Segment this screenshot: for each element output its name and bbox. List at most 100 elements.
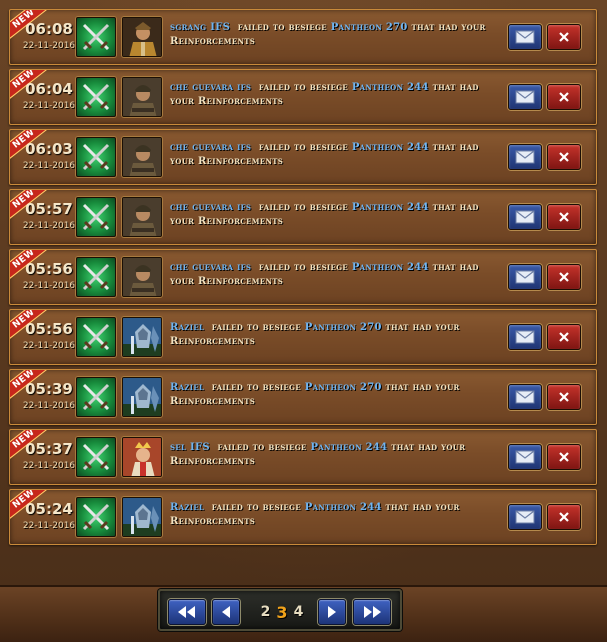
report-message: che guevara ifs failed to besiege Panthe… <box>170 261 500 289</box>
report-time: 05:24 <box>25 500 73 518</box>
crossed-swords-icon <box>76 77 116 117</box>
knight-portrait-icon[interactable] <box>122 377 162 417</box>
player-name-link[interactable]: che guevara ifs <box>170 142 251 153</box>
target-city-link[interactable]: Pantheon 244 <box>352 202 429 213</box>
report-message: che guevara ifs failed to besiege Panthe… <box>170 141 500 169</box>
mail-button[interactable] <box>508 144 542 170</box>
report-action: failed to besiege <box>258 262 349 273</box>
double-chevron-right-icon <box>364 606 381 618</box>
player-name-link[interactable]: sel IFS <box>170 442 210 453</box>
mail-button[interactable] <box>508 384 542 410</box>
report-list: NEW 06:08 22-11-2016 sgrang IFS failed to b… <box>9 9 597 549</box>
current-page-number: 3 <box>276 602 288 622</box>
player-name-link[interactable]: che guevara ifs <box>170 262 251 273</box>
target-city-link[interactable]: Pantheon 270 <box>305 322 382 333</box>
warlord-portrait-icon[interactable] <box>122 17 162 57</box>
target-city-link[interactable]: Pantheon 244 <box>310 442 387 453</box>
delete-button[interactable] <box>547 144 581 170</box>
report-message: Raziel failed to besiege Pantheon 244 th… <box>170 501 500 529</box>
report-row[interactable]: NEW 05:37 22-11-2016 sel IFS failed to besi… <box>9 429 597 485</box>
target-city-link[interactable]: Pantheon 244 <box>305 502 382 513</box>
report-time: 06:04 <box>25 80 73 98</box>
report-row[interactable]: NEW 05:56 22-11-2016 che guevara ifs failed… <box>9 249 597 305</box>
report-action: failed to besiege <box>258 142 349 153</box>
prev-page-button[interactable] <box>212 599 240 625</box>
mail-button[interactable] <box>508 264 542 290</box>
report-action: failed to besiege <box>258 82 349 93</box>
mail-button[interactable] <box>508 504 542 530</box>
report-action: failed to besiege <box>211 382 301 393</box>
king-portrait-icon[interactable] <box>122 437 162 477</box>
close-icon <box>559 212 569 222</box>
soldier-portrait-icon[interactable] <box>122 137 162 177</box>
player-name-link[interactable]: Raziel <box>170 322 204 333</box>
envelope-icon <box>515 270 535 284</box>
delete-button[interactable] <box>547 84 581 110</box>
knight-portrait-icon[interactable] <box>122 317 162 357</box>
knight-portrait-icon[interactable] <box>122 497 162 537</box>
envelope-icon <box>515 90 535 104</box>
mail-button[interactable] <box>508 324 542 350</box>
first-page-button[interactable] <box>168 599 206 625</box>
target-city-link[interactable]: Pantheon 244 <box>352 262 429 273</box>
report-message: Raziel failed to besiege Pantheon 270 th… <box>170 381 500 409</box>
crossed-swords-icon <box>76 497 116 537</box>
close-icon <box>559 452 569 462</box>
report-date: 22-11-2016 <box>22 401 76 411</box>
soldier-portrait-icon[interactable] <box>122 197 162 237</box>
report-message: sel IFS failed to besiege Pantheon 244 t… <box>170 441 500 469</box>
mail-button[interactable] <box>508 444 542 470</box>
player-name-link[interactable]: Raziel <box>170 382 204 393</box>
crossed-swords-icon <box>76 257 116 297</box>
pagination-bar: 2 3 4 <box>158 589 402 631</box>
close-icon <box>559 332 569 342</box>
chevron-left-icon <box>222 606 230 618</box>
report-action: failed to besiege <box>211 322 301 333</box>
envelope-icon <box>515 150 535 164</box>
delete-button[interactable] <box>547 504 581 530</box>
target-city-link[interactable]: Pantheon 244 <box>352 82 429 93</box>
close-icon <box>559 392 569 402</box>
report-date: 22-11-2016 <box>22 521 76 531</box>
envelope-icon <box>515 510 535 524</box>
next-page-button[interactable] <box>318 599 346 625</box>
close-icon <box>559 272 569 282</box>
target-city-link[interactable]: Pantheon 270 <box>305 382 382 393</box>
soldier-portrait-icon[interactable] <box>122 77 162 117</box>
report-action: failed to besiege <box>217 442 307 453</box>
last-page-button[interactable] <box>353 599 391 625</box>
delete-button[interactable] <box>547 264 581 290</box>
player-name-link[interactable]: sgrang IFS <box>170 22 230 33</box>
report-row[interactable]: NEW 05:56 22-11-2016 Raziel failed to besie… <box>9 309 597 365</box>
target-city-link[interactable]: Pantheon 270 <box>331 22 408 33</box>
reports-panel: NEW 06:08 22-11-2016 sgrang IFS failed to b… <box>0 0 607 585</box>
delete-button[interactable] <box>547 24 581 50</box>
page-number-2[interactable]: 2 <box>261 604 271 620</box>
player-name-link[interactable]: che guevara ifs <box>170 202 251 213</box>
report-date: 22-11-2016 <box>22 341 76 351</box>
crossed-swords-icon <box>76 197 116 237</box>
report-row[interactable]: NEW 06:04 22-11-2016 che guevara ifs failed… <box>9 69 597 125</box>
report-row[interactable]: NEW 05:57 22-11-2016 che guevara ifs failed… <box>9 189 597 245</box>
player-name-link[interactable]: Raziel <box>170 502 204 513</box>
report-row[interactable]: NEW 05:39 22-11-2016 Raziel failed to besie… <box>9 369 597 425</box>
envelope-icon <box>515 30 535 44</box>
delete-button[interactable] <box>547 324 581 350</box>
report-row[interactable]: NEW 06:08 22-11-2016 sgrang IFS failed to b… <box>9 9 597 65</box>
player-name-link[interactable]: che guevara ifs <box>170 82 251 93</box>
report-row[interactable]: NEW 06:03 22-11-2016 che guevara ifs failed… <box>9 129 597 185</box>
page-number-4[interactable]: 4 <box>294 604 304 620</box>
report-row[interactable]: NEW 05:24 22-11-2016 Raziel failed to besie… <box>9 489 597 545</box>
soldier-portrait-icon[interactable] <box>122 257 162 297</box>
report-time: 06:08 <box>25 20 73 38</box>
mail-button[interactable] <box>508 204 542 230</box>
report-message: che guevara ifs failed to besiege Panthe… <box>170 81 500 109</box>
delete-button[interactable] <box>547 444 581 470</box>
mail-button[interactable] <box>508 84 542 110</box>
envelope-icon <box>515 330 535 344</box>
delete-button[interactable] <box>547 384 581 410</box>
envelope-icon <box>515 210 535 224</box>
target-city-link[interactable]: Pantheon 244 <box>352 142 429 153</box>
mail-button[interactable] <box>508 24 542 50</box>
delete-button[interactable] <box>547 204 581 230</box>
